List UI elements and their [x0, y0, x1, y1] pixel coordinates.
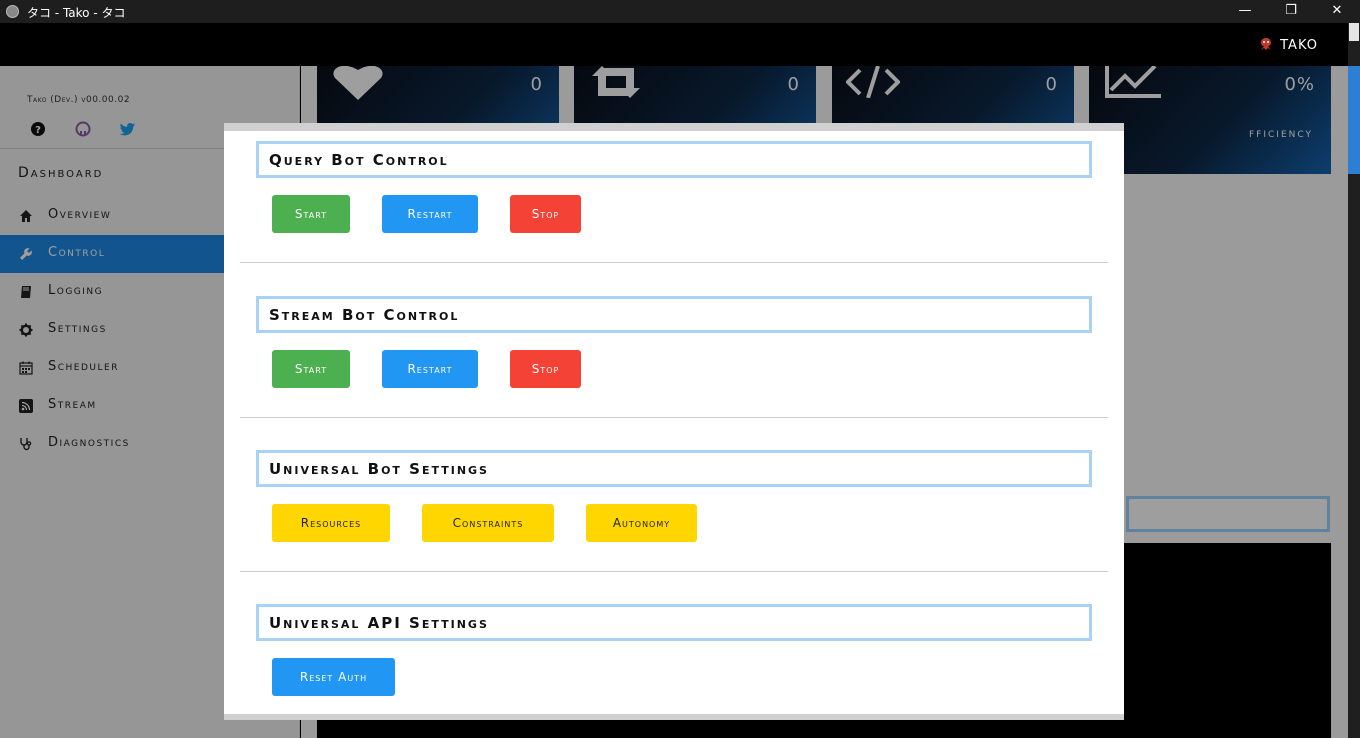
scrollbar-track-highlight: [1348, 66, 1360, 174]
autonomy-button[interactable]: Autonomy: [586, 504, 697, 542]
constraints-button[interactable]: Constraints: [422, 504, 554, 542]
close-button[interactable]: ✕: [1314, 0, 1360, 23]
brand-label: TAKO: [1280, 38, 1318, 53]
section-universal-api-settings: Universal API Settings Reset Auth: [240, 604, 1108, 714]
section-title: Universal Bot Settings: [256, 450, 1092, 487]
query-stop-button[interactable]: Stop: [510, 195, 581, 233]
app-globe-icon: [6, 5, 19, 18]
reset-auth-button[interactable]: Reset Auth: [272, 658, 395, 696]
maximize-button[interactable]: ❐: [1268, 0, 1314, 23]
section-query-bot-control: Query Bot Control Start Restart Stop: [240, 141, 1108, 271]
section-divider: [240, 262, 1108, 263]
section-title: Universal API Settings: [256, 604, 1092, 641]
section-universal-bot-settings: Universal Bot Settings Resources Constra…: [240, 450, 1108, 580]
query-start-button[interactable]: Start: [272, 195, 350, 233]
minimize-button[interactable]: —: [1222, 0, 1268, 23]
section-title: Stream Bot Control: [256, 296, 1092, 333]
query-restart-button[interactable]: Restart: [382, 195, 478, 233]
brand[interactable]: TAKO: [1258, 37, 1318, 53]
stream-stop-button[interactable]: Stop: [510, 350, 581, 388]
window-titlebar: タコ - Tako - タコ — ❐ ✕: [0, 0, 1360, 23]
stream-restart-button[interactable]: Restart: [382, 350, 478, 388]
section-stream-bot-control: Stream Bot Control Start Restart Stop: [240, 296, 1108, 426]
section-title: Query Bot Control: [256, 141, 1092, 178]
resources-button[interactable]: Resources: [272, 504, 390, 542]
tako-logo-icon: [1261, 38, 1272, 50]
control-modal: Query Bot Control Start Restart Stop Str…: [224, 123, 1124, 720]
scrollbar-thumb[interactable]: [1349, 23, 1359, 41]
section-divider: [240, 571, 1108, 572]
section-divider: [240, 417, 1108, 418]
app-topbar: TAKO: [0, 23, 1348, 66]
window-title: タコ - Tako - タコ: [27, 6, 126, 20]
stream-start-button[interactable]: Start: [272, 350, 350, 388]
